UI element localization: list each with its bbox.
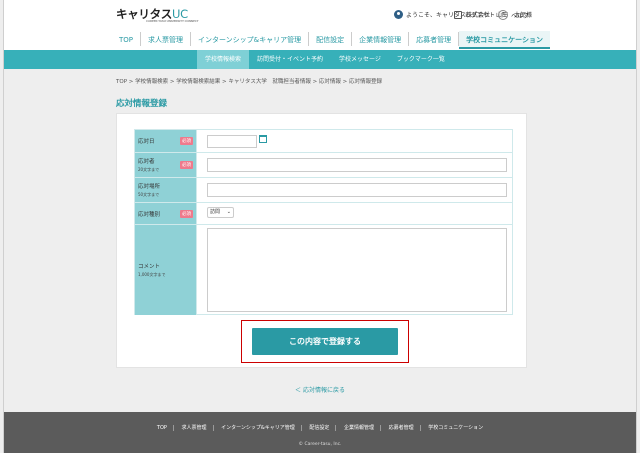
sub-nav-message[interactable]: 学校メッセージ <box>331 50 389 69</box>
form-card: 応対日 必須 応対者 20文字まで 必須 応対場所 50文字まで 応対種別 必須… <box>116 113 527 368</box>
row-date: 応対日 必須 <box>135 130 512 153</box>
type-select-value: 訪問 <box>210 209 221 215</box>
person-label-text: 応対者 <box>138 159 155 165</box>
footer-nav-applicant[interactable]: 応募者管理 <box>382 425 421 431</box>
form-table: 応対日 必須 応対者 20文字まで 必須 応対場所 50文字まで 応対種別 必須… <box>134 129 513 315</box>
comment-label: コメント 1,000文字まで <box>135 225 197 315</box>
help-label: ヘルプ <box>511 12 530 20</box>
sub-nav-visit[interactable]: 訪問受付・イベント予約 <box>249 50 331 69</box>
submit-button[interactable]: この内容で登録する <box>252 328 398 355</box>
row-comment: コメント 1,000文字まで <box>135 225 512 315</box>
user-icon <box>393 10 403 19</box>
footer-nav-company[interactable]: 企業情報管理 <box>337 425 381 431</box>
type-label: 応対種別 必須 <box>135 203 197 224</box>
calendar-icon[interactable] <box>259 135 267 143</box>
comment-label-text: コメント <box>138 264 161 270</box>
help-icon: ? <box>498 10 508 20</box>
footer-nav-delivery[interactable]: 配信設定 <box>303 425 337 431</box>
back-link[interactable]: ＜ 応対情報に戻る <box>4 385 636 394</box>
row-type: 応対種別 必須 訪問 ⌄ <box>135 203 512 225</box>
chevron-down-icon: ⌄ <box>226 209 231 215</box>
logout-label: ログアウト <box>465 12 496 19</box>
sub-nav-bookmark[interactable]: ブックマーク一覧 <box>389 50 453 69</box>
submit-highlight: この内容で登録する <box>241 320 409 363</box>
header: キャリタスUC CAREER TASU UNIVERSITY CONNECT よ… <box>4 0 636 50</box>
main-nav-applicant[interactable]: 応募者管理 <box>409 32 460 46</box>
help-link[interactable]: ? ヘルプ <box>498 10 529 20</box>
footer-nav: TOP 求人票管理 インターンシップ&キャリア管理 配信設定 企業情報管理 応募… <box>4 424 636 431</box>
page-title: 応対情報登録 <box>116 99 168 109</box>
logout-link[interactable]: ログアウト <box>454 10 495 19</box>
sub-nav-school-search[interactable]: 学校情報検索 <box>197 50 250 69</box>
sub-nav: 学校情報検索 訪問受付・イベント予約 学校メッセージ ブックマーク一覧 <box>4 50 636 69</box>
place-limit: 50文字まで <box>138 192 160 197</box>
logo[interactable]: キャリタスUC CAREER TASU UNIVERSITY CONNECT <box>116 6 199 23</box>
person-limit: 20文字まで <box>138 167 160 172</box>
footer-nav-top[interactable]: TOP <box>150 425 174 431</box>
date-label: 応対日 必須 <box>135 130 197 152</box>
footer-nav-job[interactable]: 求人票管理 <box>175 425 214 431</box>
person-input[interactable] <box>207 158 507 172</box>
logo-subtitle: CAREER TASU UNIVERSITY CONNECT <box>146 19 199 23</box>
footer-nav-school-comm[interactable]: 学校コミュニケーション <box>422 425 489 431</box>
main-nav: TOP 求人票管理 インターンシップ&キャリア管理 配信設定 企業情報管理 応募… <box>112 31 550 50</box>
row-person: 応対者 20文字まで 必須 <box>135 153 512 178</box>
comment-limit: 1,000文字まで <box>138 272 166 277</box>
place-input[interactable] <box>207 183 507 197</box>
logout-icon <box>454 10 462 19</box>
footer: TOP 求人票管理 インターンシップ&キャリア管理 配信設定 企業情報管理 応募… <box>4 412 636 453</box>
comment-textarea[interactable] <box>207 228 507 312</box>
place-label-text: 応対場所 <box>138 184 161 190</box>
copyright: © Career-tasu, Inc. <box>298 442 342 447</box>
footer-nav-intern[interactable]: インターンシップ&キャリア管理 <box>215 425 302 431</box>
main-nav-top[interactable]: TOP <box>112 32 142 46</box>
type-select[interactable]: 訪問 ⌄ <box>207 207 234 218</box>
main-nav-school-comm[interactable]: 学校コミュニケーション <box>459 31 550 49</box>
required-badge: 必須 <box>180 137 193 145</box>
main-nav-delivery[interactable]: 配信設定 <box>309 32 353 46</box>
place-label: 応対場所 50文字まで <box>135 178 197 202</box>
main-nav-job[interactable]: 求人票管理 <box>141 32 192 46</box>
main-nav-company[interactable]: 企業情報管理 <box>352 32 410 46</box>
required-badge: 必須 <box>180 209 193 218</box>
date-label-text: 応対日 <box>138 139 155 145</box>
row-place: 応対場所 50文字まで <box>135 178 512 203</box>
required-badge: 必須 <box>180 161 193 169</box>
date-input[interactable] <box>207 135 257 148</box>
type-label-text: 応対種別 <box>138 211 161 218</box>
main-nav-intern[interactable]: インターンシップ&キャリア管理 <box>191 32 310 46</box>
breadcrumb[interactable]: TOP > 学校情報検索 > 学校情報検索結果 > キャリタス大学 就職担当者情… <box>116 77 382 85</box>
person-label: 応対者 20文字まで 必須 <box>135 153 197 177</box>
page-frame: キャリタスUC CAREER TASU UNIVERSITY CONNECT よ… <box>3 0 637 453</box>
